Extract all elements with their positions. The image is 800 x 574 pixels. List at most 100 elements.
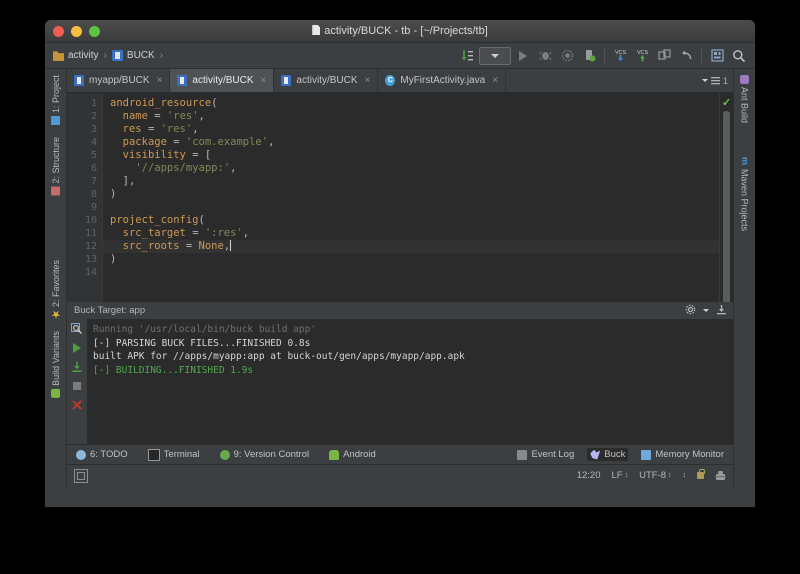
console-output[interactable]: Running '/usr/local/bin/buck build app' [… (87, 319, 733, 444)
buck-icon (590, 449, 601, 460)
event-log-icon (517, 449, 528, 460)
run-config-dropdown[interactable] (479, 46, 511, 65)
close-window-button[interactable] (53, 25, 64, 37)
toolwindow-android[interactable]: Android (326, 448, 379, 461)
code-line[interactable] (110, 201, 719, 214)
hector-icon[interactable] (715, 470, 726, 482)
code-line[interactable]: ) (110, 253, 719, 266)
editor-scrollbar-thumb[interactable] (723, 111, 730, 302)
line-number: 8 (90, 189, 97, 200)
editor-tab-activity-buck-active[interactable]: activity/BUCK × (170, 69, 275, 92)
sidebar-item-maven-projects[interactable]: m Maven Projects (740, 151, 751, 237)
toolwindow-label: Android (343, 449, 376, 460)
toolwindow-memory-monitor[interactable]: Memory Monitor (638, 448, 727, 461)
vcs-diff-icon[interactable] (654, 46, 674, 66)
code-content[interactable]: android_resource( name = 'res', res = 'r… (103, 93, 719, 302)
read-only-lock-icon[interactable] (697, 469, 705, 479)
code-line[interactable]: name = 'res', (110, 110, 719, 123)
close-tab-icon[interactable]: × (365, 75, 371, 86)
code-token-op: = (166, 136, 186, 148)
sync-project-icon[interactable] (457, 46, 477, 66)
code-token-op: = [ (185, 149, 212, 161)
code-token-str: ':res' (204, 227, 243, 239)
toggle-toolwindows-icon[interactable] (74, 468, 88, 483)
sidebar-item-ant-build[interactable]: Ant Build (740, 69, 750, 129)
close-tab-icon[interactable]: × (261, 75, 267, 86)
code-line[interactable]: res = 'res', (110, 123, 719, 136)
toolwindow-terminal[interactable]: Terminal (145, 448, 203, 462)
console-side-toolbar (67, 319, 87, 444)
left-tool-strip: 1: Project 2: Structure 2: Favorites Bui… (45, 69, 67, 486)
console-close-icon[interactable] (71, 399, 83, 411)
undo-icon[interactable] (676, 46, 696, 66)
maximize-window-button[interactable] (89, 25, 100, 37)
code-line[interactable] (110, 266, 719, 279)
sidebar-item-build-variants[interactable]: Build Variants (51, 325, 61, 404)
vcs-commit-icon[interactable]: VCS (632, 46, 652, 66)
sidebar-item-favorites[interactable]: 2: Favorites (51, 254, 61, 325)
editor-tab-strip: myapp/BUCK × activity/BUCK × activity/BU… (67, 69, 733, 93)
collapse-icon[interactable] (716, 304, 727, 318)
code-line[interactable]: visibility = [ (110, 149, 719, 162)
sidebar-item-project[interactable]: 1: Project (51, 69, 61, 131)
console-rerun-icon[interactable] (71, 342, 83, 354)
minimize-window-button[interactable] (71, 25, 82, 37)
line-separator-selector[interactable]: LF ↕ (611, 470, 628, 481)
editor-tab-activity-buck-2[interactable]: activity/BUCK × (274, 69, 379, 92)
run-icon[interactable] (513, 46, 533, 66)
indent-selector[interactable]: ↕ (683, 472, 687, 479)
toolwindow-buck[interactable]: Buck (587, 448, 629, 461)
line-number: 5 (90, 150, 97, 161)
code-line[interactable]: ) (110, 188, 719, 201)
toolwindow-todo[interactable]: 6: TODO (73, 448, 131, 461)
code-token-op: , (268, 136, 275, 148)
code-line[interactable]: src_roots = None, (103, 240, 719, 253)
profile-icon[interactable] (579, 46, 599, 66)
code-line[interactable]: ], (110, 175, 719, 188)
code-line[interactable]: package = 'com.example', (110, 136, 719, 149)
inspection-ok-icon: ✓ (722, 97, 732, 109)
code-line[interactable]: project_config( (110, 214, 719, 227)
toolwindow-version-control[interactable]: 9: Version Control (217, 448, 313, 461)
search-icon[interactable] (729, 46, 749, 66)
caret-position[interactable]: 12:20 (577, 470, 601, 481)
vcs-update-icon[interactable]: VCS (610, 46, 630, 66)
close-tab-icon[interactable]: × (492, 75, 498, 86)
layout-icon[interactable] (707, 46, 727, 66)
code-token-str: '//apps/myapp:' (135, 162, 231, 174)
settings-gear-icon[interactable] (685, 304, 696, 318)
window-title: activity/BUCK - tb - [~/Projects/tb] (45, 25, 755, 37)
line-number: 6 (90, 163, 97, 174)
line-number: 10 (84, 215, 97, 226)
line-number: 12 (84, 241, 97, 252)
updown-arrows-icon: ↕ (682, 472, 687, 479)
sidebar-item-structure[interactable]: 2: Structure (51, 131, 61, 202)
toolwindow-event-log[interactable]: Event Log (514, 448, 577, 461)
editor-tab-overflow-menu[interactable]: 1 (701, 69, 733, 92)
line-number: 7 (90, 176, 97, 187)
toolwindow-label: Memory Monitor (655, 449, 724, 460)
breadcrumb-item-activity[interactable]: activity (51, 50, 101, 61)
console-search-icon[interactable] (71, 323, 83, 335)
code-line[interactable]: '//apps/myapp:', (110, 162, 719, 175)
sidebar-item-label: 1: Project (50, 75, 61, 114)
code-line[interactable]: android_resource( (110, 97, 719, 110)
breadcrumb-separator-end: › (159, 50, 164, 61)
error-stripe-marker[interactable]: ✓ (719, 93, 733, 302)
breadcrumb-item-buck[interactable]: BUCK (110, 50, 157, 61)
code-line[interactable]: src_target = ':res', (110, 227, 719, 240)
console-export-icon[interactable] (71, 361, 83, 373)
coverage-icon[interactable] (557, 46, 577, 66)
code-token-op: , (192, 123, 199, 135)
gear-dropdown-chevron-icon[interactable] (703, 309, 709, 312)
close-tab-icon[interactable]: × (157, 75, 163, 86)
editor-tab-myfirstactivity-java[interactable]: C MyFirstActivity.java × (378, 69, 507, 92)
title-bar: activity/BUCK - tb - [~/Projects/tb] (45, 20, 755, 43)
code-editor[interactable]: 1 2 3 4 5 6 7 8 9 10 11 12 13 14 android_resource( na… (67, 93, 733, 302)
editor-tab-myapp-buck[interactable]: myapp/BUCK × (67, 69, 171, 92)
document-icon (312, 25, 321, 35)
chevron-down-icon (701, 79, 708, 82)
console-stop-icon[interactable] (71, 380, 83, 392)
file-encoding-selector[interactable]: UTF-8 ↕ (639, 470, 671, 481)
debug-icon[interactable] (535, 46, 555, 66)
